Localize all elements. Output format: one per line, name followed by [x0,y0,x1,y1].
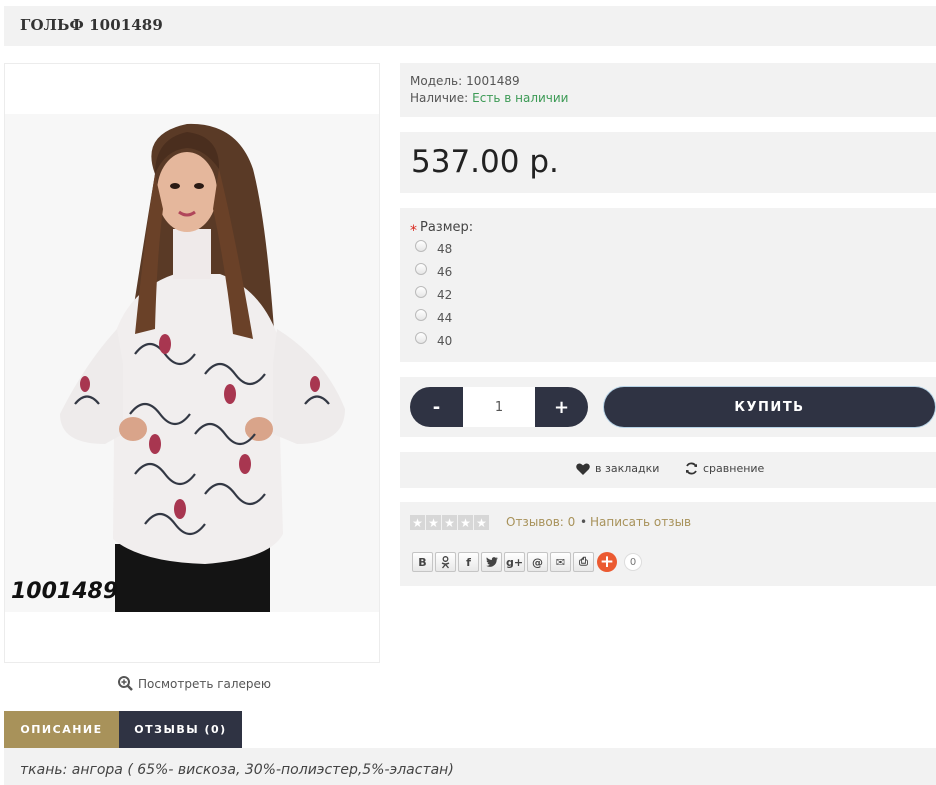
quantity-decrease-button[interactable]: - [410,387,463,427]
size-label: * Размер: [410,220,926,239]
product-photo[interactable]: 1001489 [5,114,379,612]
share-more-icon[interactable]: + [597,552,617,572]
size-option-46[interactable]: 46 [415,263,453,279]
tab-reviews[interactable]: ОТЗЫВЫ (0) [119,711,242,748]
heart-icon [576,462,590,475]
star-icon: ★ [426,515,441,530]
model-label: Модель: [410,74,463,88]
product-title: ГОЛЬФ 1001489 [20,16,163,34]
facebook-icon[interactable]: f [458,552,479,572]
size-options: * Размер: 48 46 42 44 40 [400,208,936,362]
size-option-40[interactable]: 40 [415,332,453,348]
mail-ru-icon[interactable]: @ [527,552,548,572]
size-option-label: 42 [437,288,453,302]
photo-code-overlay: 1001489 [11,579,119,604]
size-option-44[interactable]: 44 [415,309,453,325]
tab-description[interactable]: ОПИСАНИЕ [4,711,119,748]
model-value: 1001489 [466,74,520,88]
size-option-42[interactable]: 42 [415,286,453,302]
size-label-text: Размер: [420,220,474,235]
wishlist-label: в закладки [595,462,660,475]
write-review-link[interactable]: Написать отзыв [590,515,691,529]
share-buttons: B f g+ @ ✉ ⎙ + 0 [412,552,642,572]
vk-icon[interactable]: B [412,552,433,572]
size-radio[interactable] [415,286,427,298]
zoom-icon [118,676,133,691]
size-option-label: 46 [437,265,453,279]
twitter-icon[interactable] [481,552,502,572]
size-radio[interactable] [415,240,427,252]
print-icon[interactable]: ⎙ [573,552,594,572]
compare-label: сравнение [703,462,765,475]
refresh-icon [686,462,697,475]
add-to-wishlist-button[interactable]: в закладки [576,462,659,475]
star-icon: ★ [410,515,425,530]
odnoklassniki-icon[interactable] [435,552,456,572]
product-price: 537.00 р. [411,144,559,180]
rating-stars: ★ ★ ★ ★ ★ [410,515,489,530]
add-to-compare-button[interactable]: сравнение [685,462,764,475]
size-option-label: 44 [437,311,453,325]
description-panel: ткань: ангора ( 65%- вискоза, 30%-полиэс… [4,748,936,785]
price-box: 537.00 р. [400,132,936,193]
product-image-box[interactable]: 1001489 [4,63,380,663]
star-icon: ★ [458,515,473,530]
required-mark: * [410,223,417,239]
quantity-increase-button[interactable]: + [535,387,588,427]
stock-status: Есть в наличии [472,91,569,105]
size-option-48[interactable]: 48 [415,240,453,256]
reviews-count-link[interactable]: Отзывов: 0 [506,515,575,529]
quantity-input[interactable] [463,387,535,427]
model-row: Модель: 1001489 [410,73,926,90]
email-icon[interactable]: ✉ [550,552,571,572]
size-radio[interactable] [415,309,427,321]
size-option-label: 40 [437,334,453,348]
description-text: ткань: ангора ( 65%- вискоза, 30%-полиэс… [20,762,454,778]
share-count: 0 [624,553,642,571]
stock-row: Наличие: Есть в наличии [410,90,926,107]
view-gallery-label[interactable]: Посмотреть галерею [138,677,271,691]
product-photo-illustration [5,114,379,612]
size-radio[interactable] [415,263,427,275]
product-actions: в закладки сравнение [400,452,936,488]
star-icon: ★ [474,515,489,530]
reviews-separator: • [580,515,588,529]
title-bar: ГОЛЬФ 1001489 [4,6,936,46]
purchase-box: - + КУПИТЬ [400,377,936,437]
google-plus-icon[interactable]: g+ [504,552,525,572]
size-radio[interactable] [415,332,427,344]
star-icon: ★ [442,515,457,530]
view-gallery-link[interactable]: Посмотреть галерею [118,676,271,691]
stock-label: Наличие: [410,91,469,105]
buy-button[interactable]: КУПИТЬ [604,387,935,427]
size-option-label: 48 [437,242,453,256]
review-share-box: ★ ★ ★ ★ ★ Отзывов: 0 • Написать отзыв B … [400,502,936,586]
product-info: Модель: 1001489 Наличие: Есть в наличии [400,63,936,117]
